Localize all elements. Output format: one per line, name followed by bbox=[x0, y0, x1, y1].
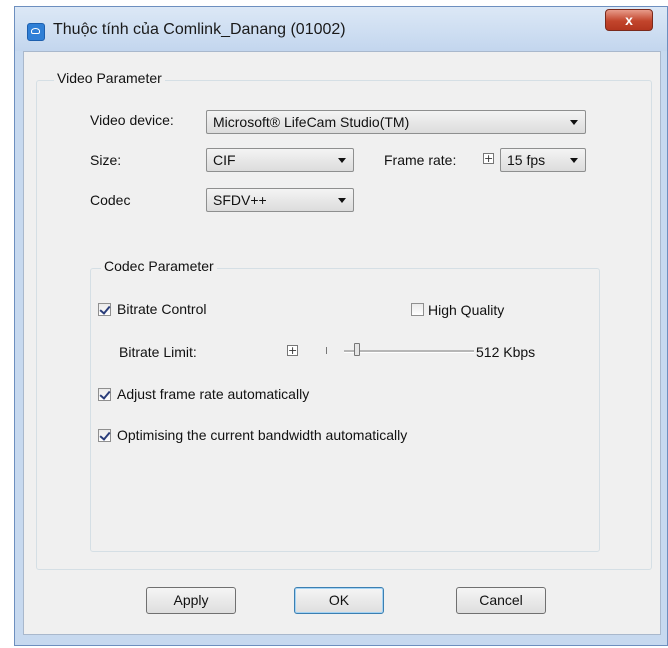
chevron-down-icon bbox=[338, 198, 346, 203]
camera-app-icon bbox=[27, 23, 45, 41]
size-select[interactable]: CIF bbox=[206, 148, 354, 172]
close-button[interactable]: x bbox=[605, 9, 653, 31]
high-quality-checkbox[interactable] bbox=[411, 303, 424, 316]
bitrate-limit-label: Bitrate Limit: bbox=[119, 344, 197, 360]
title-bar[interactable]: Thuộc tính của Comlink_Danang (01002) x bbox=[15, 7, 667, 51]
window-title: Thuộc tính của Comlink_Danang (01002) bbox=[53, 21, 346, 38]
frame-rate-label: Frame rate: bbox=[384, 152, 457, 168]
video-device-label: Video device: bbox=[90, 112, 174, 128]
bitrate-slider-thumb[interactable] bbox=[354, 343, 360, 356]
cancel-button[interactable]: Cancel bbox=[456, 587, 546, 614]
high-quality-label[interactable]: High Quality bbox=[428, 302, 504, 318]
slider-tick bbox=[326, 347, 327, 354]
video-device-select[interactable]: Microsoft® LifeCam Studio(TM) bbox=[206, 110, 586, 134]
plus-box-icon[interactable]: + bbox=[287, 345, 298, 356]
frame-rate-value: 15 fps bbox=[507, 152, 546, 168]
video-device-value: Microsoft® LifeCam Studio(TM) bbox=[213, 114, 410, 130]
codec-label: Codec bbox=[90, 192, 131, 208]
ok-button[interactable]: OK bbox=[294, 587, 384, 614]
frame-rate-select[interactable]: 15 fps bbox=[500, 148, 586, 172]
optimise-bandwidth-checkbox[interactable] bbox=[98, 429, 111, 442]
chevron-down-icon bbox=[570, 120, 578, 125]
codec-select[interactable]: SFDV++ bbox=[206, 188, 354, 212]
video-parameter-label: Video Parameter bbox=[54, 70, 165, 86]
chevron-down-icon bbox=[338, 158, 346, 163]
bitrate-slider-track[interactable] bbox=[344, 350, 474, 353]
codec-parameter-label: Codec Parameter bbox=[101, 258, 217, 274]
optimise-bandwidth-label[interactable]: Optimising the current bandwidth automat… bbox=[117, 427, 407, 443]
codec-value: SFDV++ bbox=[213, 192, 267, 208]
bitrate-limit-value: 512 Kbps bbox=[476, 344, 536, 360]
bitrate-control-checkbox[interactable] bbox=[98, 303, 111, 316]
size-label: Size: bbox=[90, 152, 122, 168]
apply-button[interactable]: Apply bbox=[146, 587, 236, 614]
size-value: CIF bbox=[213, 152, 236, 168]
plus-box-icon[interactable]: + bbox=[483, 153, 494, 164]
adjust-frame-rate-label[interactable]: Adjust frame rate automatically bbox=[117, 386, 309, 402]
chevron-down-icon bbox=[570, 158, 578, 163]
adjust-frame-rate-checkbox[interactable] bbox=[98, 388, 111, 401]
bitrate-control-label[interactable]: Bitrate Control bbox=[117, 301, 206, 317]
